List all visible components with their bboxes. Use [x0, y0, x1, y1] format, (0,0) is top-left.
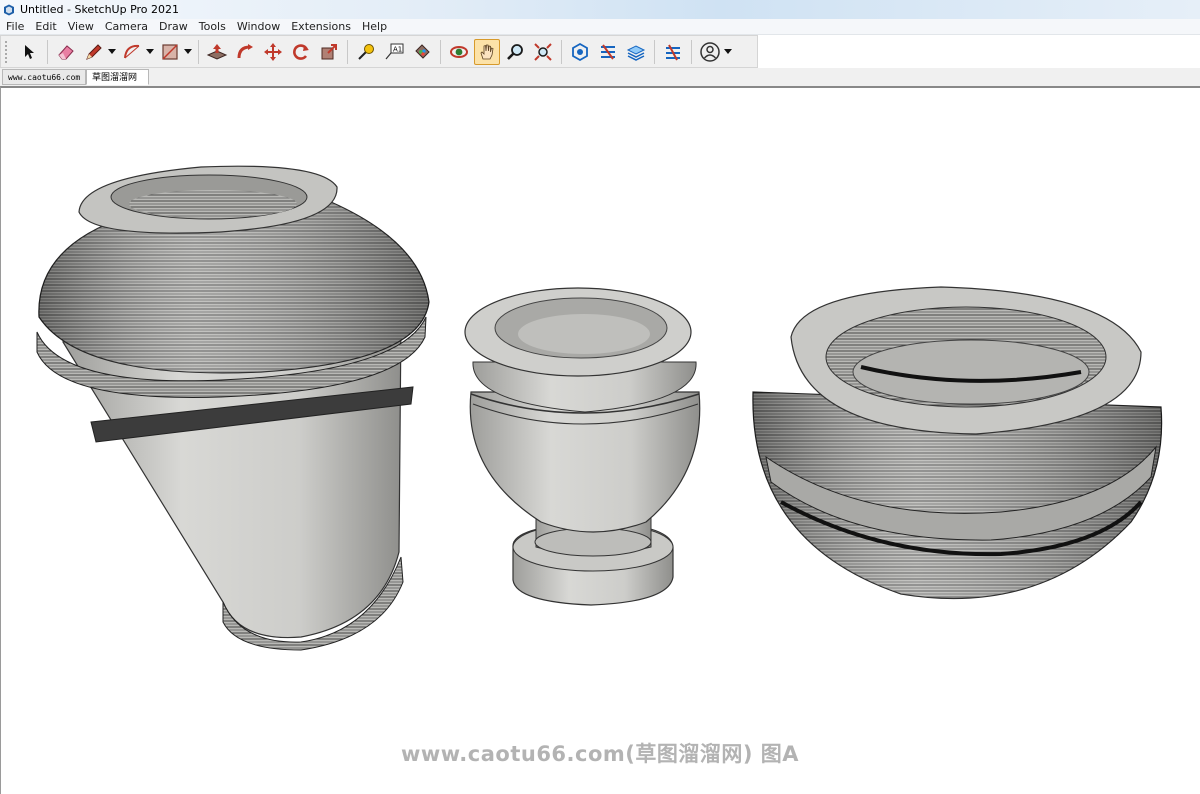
account-button[interactable]: [697, 39, 723, 65]
main-toolbar: A1: [0, 35, 758, 68]
svg-text:A1: A1: [393, 45, 402, 53]
sandbox-button[interactable]: [660, 39, 686, 65]
rectangle-dropdown[interactable]: [184, 39, 192, 65]
watermark-text: www.caotu66.com(草图溜溜网) 图A: [400, 742, 800, 766]
menu-bar: File Edit View Camera Draw Tools Window …: [0, 19, 1200, 35]
select-tool-button[interactable]: [16, 39, 42, 65]
pan-tool-button[interactable]: [474, 38, 500, 65]
rotate-icon: [293, 43, 309, 60]
toolbar-separator: [347, 39, 348, 64]
toolbar-separator: [561, 39, 562, 64]
warehouse-icon: [572, 42, 588, 61]
toolbar-separator: [654, 39, 655, 64]
menu-file[interactable]: File: [6, 20, 24, 33]
scale-tool-button[interactable]: [316, 39, 342, 65]
tape-measure-icon: [358, 43, 374, 60]
title-bar: Untitled - SketchUp Pro 2021: [0, 0, 1200, 19]
rectangle-tool-button[interactable]: [157, 39, 183, 65]
eraser-icon: [58, 44, 74, 59]
vase-models-scene: [36, 165, 1163, 651]
move-tool-button[interactable]: [260, 39, 286, 65]
toolbar-separator: [440, 39, 441, 64]
right-bowl-model[interactable]: [752, 286, 1163, 600]
dropdown-arrow-icon: [108, 48, 116, 54]
account-dropdown[interactable]: [724, 39, 732, 65]
rotate-tool-button[interactable]: [288, 39, 314, 65]
toolbar-grip[interactable]: [5, 40, 11, 63]
sandbox-icon: [666, 44, 680, 60]
scene-tab-website[interactable]: www.caotu66.com: [2, 69, 86, 85]
select-icon: [25, 44, 34, 59]
follow-me-tool-button[interactable]: [232, 39, 258, 65]
scale-icon: [321, 43, 337, 59]
menu-edit[interactable]: Edit: [35, 20, 56, 33]
rectangle-icon: [162, 43, 178, 60]
arc-dropdown[interactable]: [146, 39, 154, 65]
arc-icon: [124, 44, 140, 58]
3d-warehouse-button[interactable]: [567, 39, 593, 65]
left-vase-model[interactable]: [36, 165, 430, 651]
pencil-icon: [86, 43, 102, 60]
scene-tab-bar: www.caotu66.com 草图溜溜网: [0, 68, 1200, 86]
window-title: Untitled - SketchUp Pro 2021: [20, 3, 180, 16]
text-icon: A1: [385, 43, 404, 59]
menu-camera[interactable]: Camera: [105, 20, 148, 33]
zoom-extents-icon: [534, 42, 552, 61]
menu-help[interactable]: Help: [362, 20, 387, 33]
paint-bucket-tool-button[interactable]: [409, 39, 435, 65]
toolbar-separator: [47, 39, 48, 64]
text-tool-button[interactable]: A1: [381, 39, 407, 65]
extension-warehouse-icon: [601, 43, 615, 60]
dropdown-arrow-icon: [724, 48, 732, 54]
middle-vase-model[interactable]: [464, 287, 701, 606]
move-icon: [264, 42, 282, 61]
dropdown-arrow-icon: [184, 48, 192, 54]
toolbar-separator: [198, 39, 199, 64]
zoom-extents-tool-button[interactable]: [530, 39, 556, 65]
extension-warehouse-button[interactable]: [595, 39, 621, 65]
layout-icon: [626, 44, 646, 61]
account-icon: [700, 41, 720, 62]
orbit-tool-button[interactable]: [446, 39, 472, 65]
pencil-dropdown[interactable]: [108, 39, 116, 65]
layout-button[interactable]: [623, 39, 649, 65]
push-pull-icon: [206, 43, 228, 60]
paint-bucket-icon: [415, 43, 430, 59]
menu-draw[interactable]: Draw: [159, 20, 188, 33]
tape-measure-tool-button[interactable]: [353, 39, 379, 65]
push-pull-tool-button[interactable]: [204, 39, 230, 65]
menu-view[interactable]: View: [68, 20, 94, 33]
modeling-viewport[interactable]: [0, 86, 1200, 794]
orbit-icon: [450, 45, 468, 58]
pan-icon: [480, 44, 494, 59]
follow-me-icon: [237, 43, 253, 58]
menu-extensions[interactable]: Extensions: [291, 20, 351, 33]
pencil-tool-button[interactable]: [81, 39, 107, 65]
toolbar-separator: [691, 39, 692, 64]
menu-window[interactable]: Window: [237, 20, 280, 33]
eraser-tool-button[interactable]: [53, 39, 79, 65]
sketchup-app-icon: [4, 4, 14, 15]
zoom-icon: [507, 43, 523, 60]
scene-tab-caotu[interactable]: 草图溜溜网: [86, 69, 149, 85]
menu-tools[interactable]: Tools: [199, 20, 226, 33]
arc-tool-button[interactable]: [119, 39, 145, 65]
dropdown-arrow-icon: [146, 48, 154, 54]
zoom-tool-button[interactable]: [502, 39, 528, 65]
